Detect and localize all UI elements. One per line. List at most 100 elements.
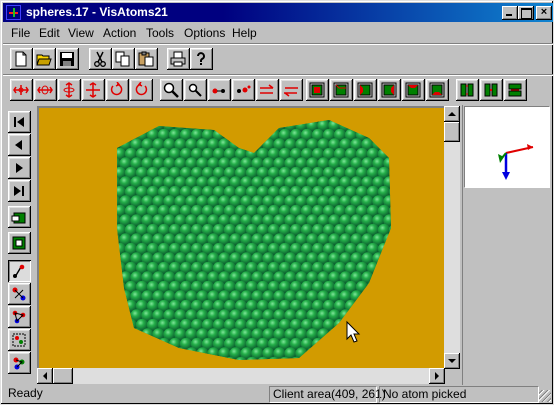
- atom-sphere[interactable]: [394, 233, 406, 245]
- atom-sphere[interactable]: [119, 119, 132, 132]
- atom-sphere[interactable]: [427, 176, 439, 188]
- atom-sphere[interactable]: [416, 271, 428, 283]
- atom-sphere[interactable]: [422, 319, 434, 331]
- atom-sphere[interactable]: [394, 271, 406, 283]
- atom-sphere[interactable]: [372, 347, 385, 360]
- atom-sphere[interactable]: [422, 243, 434, 255]
- atom-sphere[interactable]: [179, 356, 193, 368]
- atom-sphere[interactable]: [108, 290, 121, 303]
- atom-sphere[interactable]: [388, 356, 401, 368]
- atom-sphere[interactable]: [103, 148, 115, 160]
- atom-sphere[interactable]: [427, 252, 439, 264]
- atom-sphere[interactable]: [322, 110, 336, 123]
- atom-sphere[interactable]: [416, 233, 428, 245]
- atom-sphere[interactable]: [400, 110, 412, 122]
- atom-sphere[interactable]: [394, 119, 406, 131]
- atom-sphere[interactable]: [400, 167, 412, 179]
- atom-sphere[interactable]: [372, 290, 385, 303]
- atom-sphere[interactable]: [350, 309, 363, 322]
- atom-sphere[interactable]: [240, 138, 253, 151]
- atom-sphere[interactable]: [383, 119, 395, 132]
- horizontal-scrollbar[interactable]: [37, 368, 445, 384]
- atom-sphere[interactable]: [300, 356, 314, 368]
- atom-sphere[interactable]: [411, 243, 423, 255]
- atom-sphere[interactable]: [229, 119, 242, 132]
- atom-sphere[interactable]: [422, 300, 434, 312]
- cube-back-button[interactable]: [330, 79, 353, 101]
- atom-sphere[interactable]: [179, 110, 193, 123]
- atom-sphere[interactable]: [400, 148, 412, 160]
- vertical-scrollbar[interactable]: [444, 106, 460, 369]
- atom-sphere[interactable]: [278, 110, 292, 123]
- atom-sphere[interactable]: [267, 110, 281, 123]
- color-atom-button[interactable]: [8, 352, 31, 374]
- atom-sphere[interactable]: [366, 337, 380, 351]
- atom-sphere[interactable]: [333, 356, 347, 368]
- atom-sphere[interactable]: [103, 110, 115, 122]
- atom-sphere[interactable]: [416, 138, 428, 150]
- atom-sphere[interactable]: [422, 205, 434, 217]
- atom-sphere[interactable]: [108, 119, 121, 132]
- atom-sphere[interactable]: [289, 110, 303, 123]
- atom-sphere[interactable]: [201, 356, 215, 368]
- atom-sphere[interactable]: [416, 119, 428, 131]
- atom-sphere[interactable]: [245, 128, 259, 142]
- atom-sphere[interactable]: [157, 337, 171, 351]
- open-button[interactable]: [33, 48, 56, 70]
- atom-sphere[interactable]: [377, 280, 391, 294]
- atom-sphere[interactable]: [411, 148, 423, 160]
- new-button[interactable]: [10, 48, 33, 70]
- atom-sphere[interactable]: [190, 356, 204, 368]
- atom-pair-left-button[interactable]: [208, 79, 231, 101]
- atom-sphere[interactable]: [422, 224, 434, 236]
- atom-sphere[interactable]: [405, 347, 417, 359]
- atom-sphere[interactable]: [394, 252, 406, 264]
- atom-sphere[interactable]: [350, 119, 363, 132]
- atom-sphere[interactable]: [114, 299, 127, 313]
- atom-sphere[interactable]: [300, 110, 314, 123]
- atom-sphere[interactable]: [427, 233, 439, 245]
- atom-sphere[interactable]: [427, 290, 439, 302]
- atom-sphere[interactable]: [372, 119, 385, 132]
- atom-sphere[interactable]: [119, 328, 132, 341]
- atom-sphere[interactable]: [262, 119, 275, 132]
- atom-sphere[interactable]: [108, 309, 121, 322]
- atom-sphere[interactable]: [377, 110, 391, 123]
- atom-sphere[interactable]: [130, 119, 143, 132]
- atom-sphere[interactable]: [400, 243, 412, 255]
- atom-sphere[interactable]: [311, 337, 325, 351]
- rotate-x-button[interactable]: [58, 79, 81, 101]
- last-frame-button[interactable]: [8, 180, 31, 202]
- arrow-right-button[interactable]: [256, 79, 279, 101]
- atom-sphere[interactable]: [361, 119, 374, 132]
- atom-sphere[interactable]: [114, 337, 127, 351]
- atom-sphere[interactable]: [400, 338, 412, 350]
- atom-pair-right-button[interactable]: [232, 79, 255, 101]
- atom-sphere[interactable]: [422, 167, 434, 179]
- atom-sphere[interactable]: [344, 356, 358, 368]
- atom-sphere[interactable]: [388, 337, 401, 351]
- atom-sphere[interactable]: [355, 356, 369, 368]
- atom-sphere[interactable]: [108, 347, 121, 360]
- select-atom-button[interactable]: [8, 260, 31, 282]
- atom-sphere[interactable]: [400, 224, 412, 236]
- atom-sphere[interactable]: [394, 309, 406, 321]
- atom-sphere[interactable]: [416, 290, 428, 302]
- atom-sphere[interactable]: [411, 129, 423, 141]
- menu-help[interactable]: Help: [232, 26, 257, 40]
- select-region-button[interactable]: [8, 329, 31, 351]
- atom-sphere[interactable]: [427, 214, 439, 226]
- vertical-scroll-thumb[interactable]: [444, 122, 460, 142]
- atom-sphere[interactable]: [405, 290, 417, 302]
- atom-sphere[interactable]: [400, 357, 412, 368]
- atom-sphere[interactable]: [196, 347, 209, 360]
- atom-sphere[interactable]: [405, 138, 417, 150]
- atom-sphere[interactable]: [124, 318, 138, 332]
- help-button[interactable]: [190, 48, 213, 70]
- atom-sphere[interactable]: [411, 338, 423, 350]
- close-button[interactable]: ×: [536, 6, 552, 20]
- horizontal-scroll-thumb[interactable]: [53, 368, 73, 384]
- zoom-in-button[interactable]: [160, 79, 183, 101]
- menu-action[interactable]: Action: [103, 26, 136, 40]
- atom-sphere[interactable]: [388, 261, 401, 275]
